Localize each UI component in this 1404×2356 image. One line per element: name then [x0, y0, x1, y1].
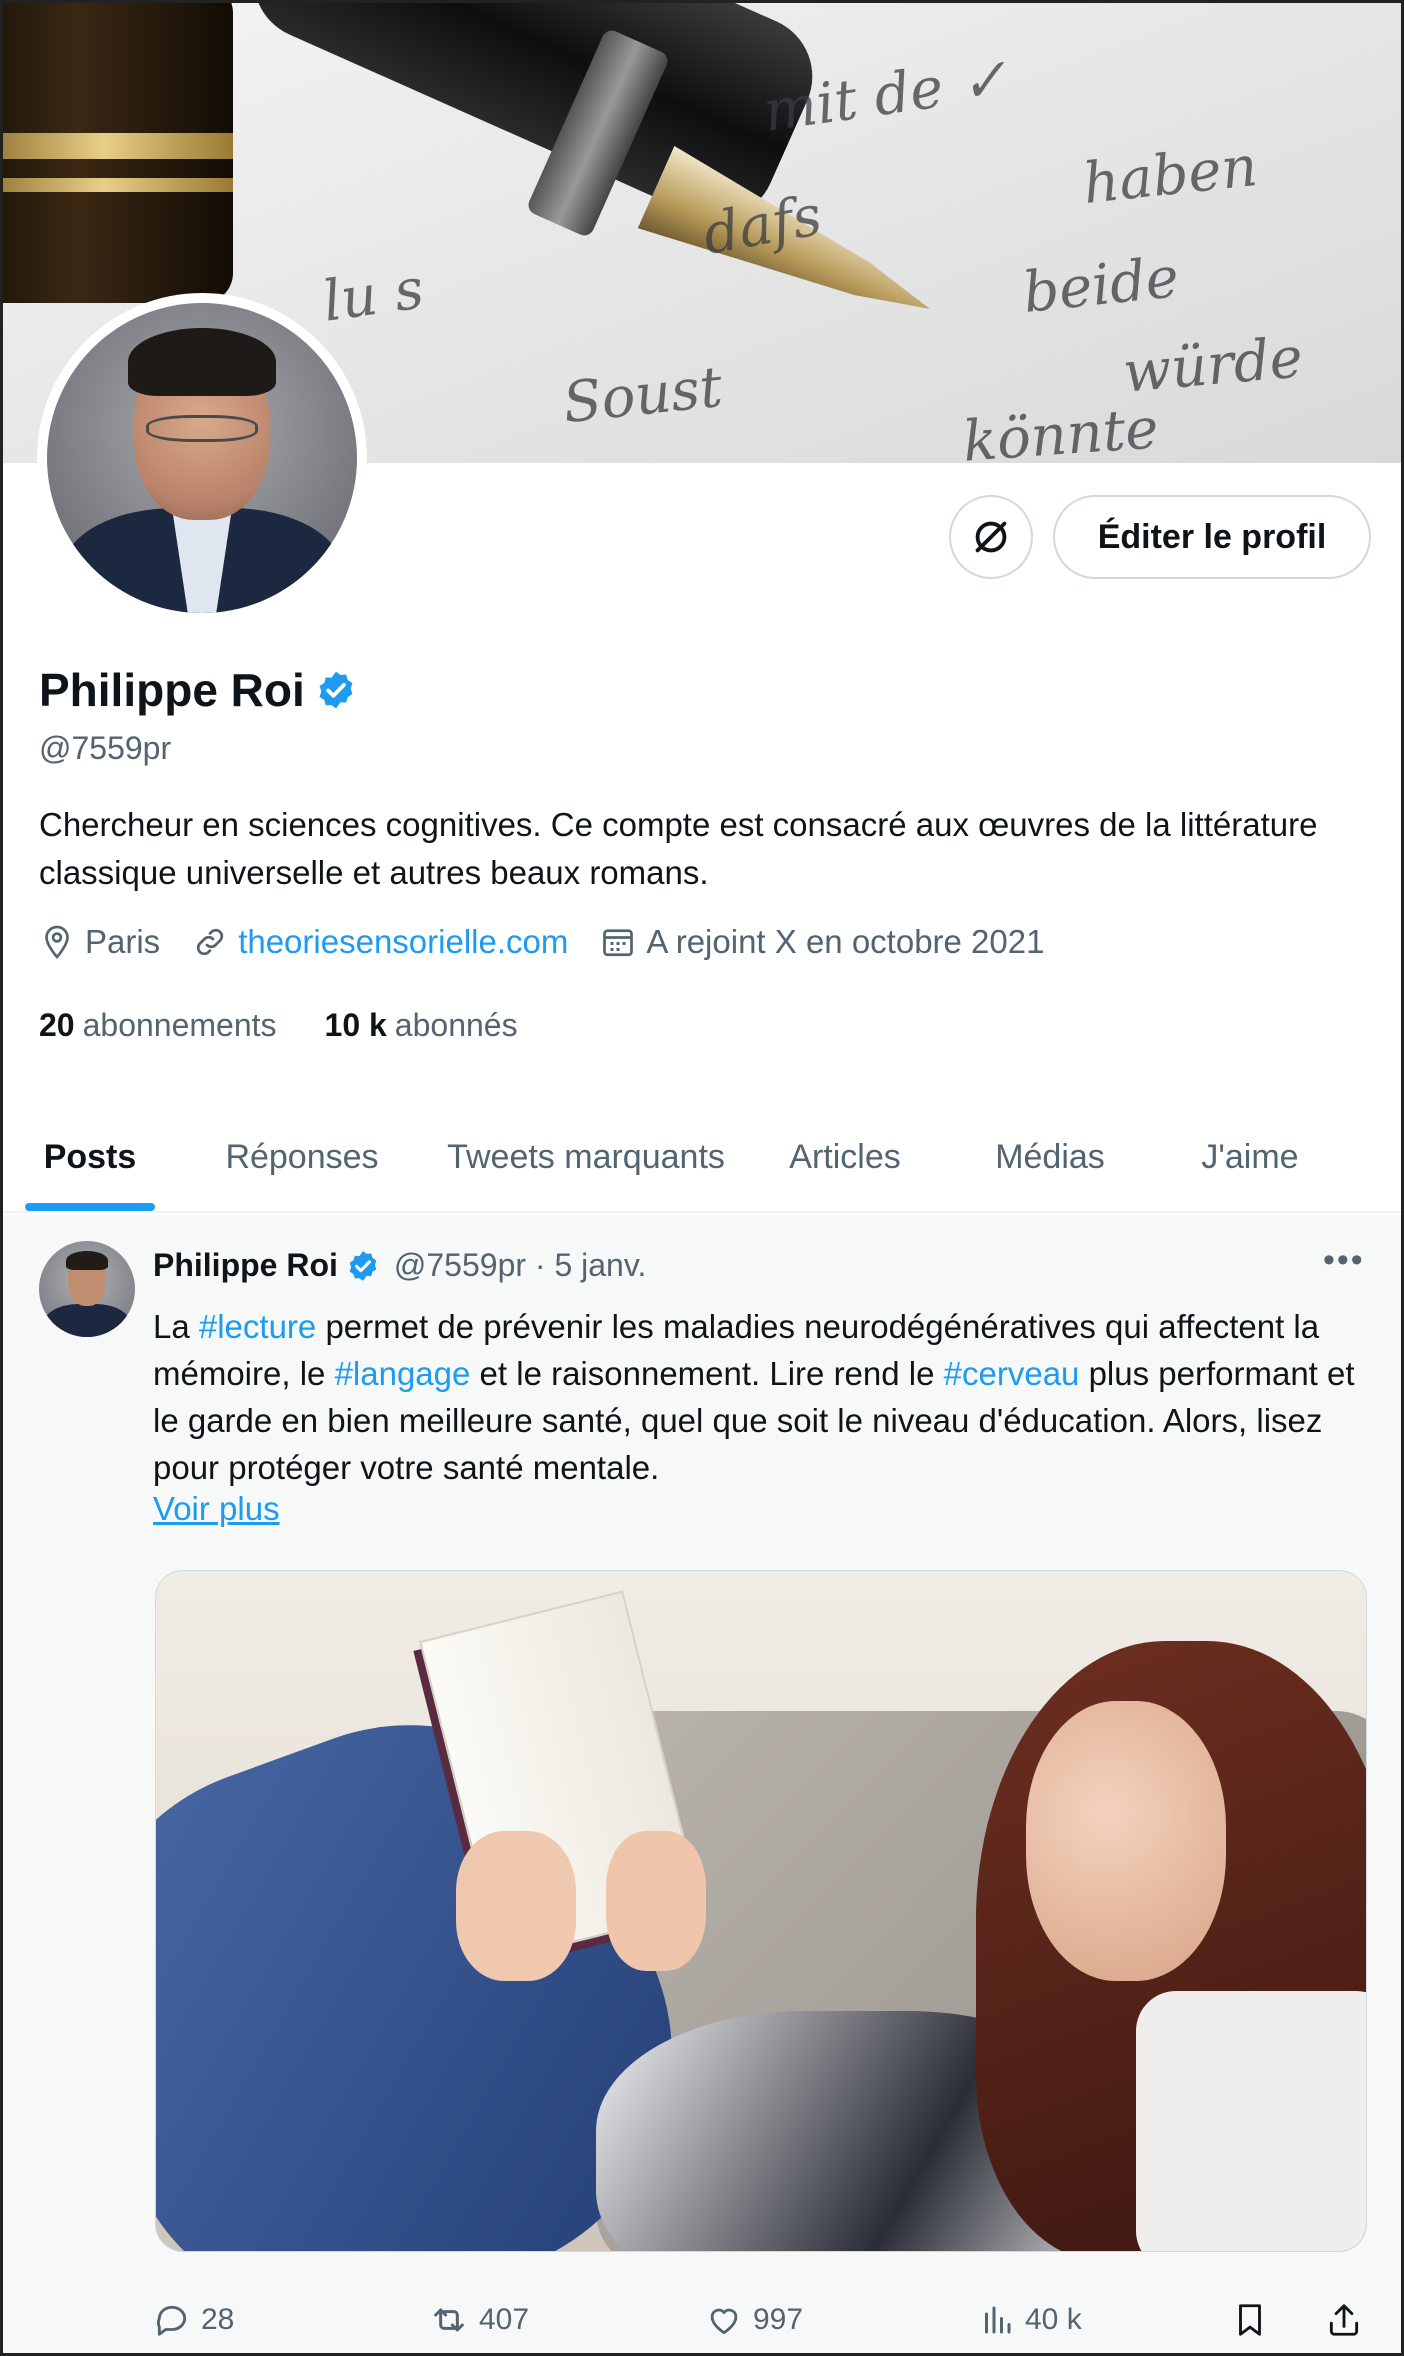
post-meta[interactable]: @7559pr · 5 janv.: [394, 1247, 646, 1284]
profile-name: Philippe Roi: [39, 664, 305, 716]
bookmark-icon: [1239, 2304, 1261, 2336]
link-icon: [197, 928, 224, 956]
post-image[interactable]: [155, 1570, 1367, 2252]
profile-handle: @7559pr: [39, 730, 172, 766]
calendar-icon: [603, 929, 634, 957]
post[interactable]: Philippe Roi @7559pr · 5 janv. ••• La #l…: [3, 1215, 1401, 2353]
hashtag-link[interactable]: #langage: [335, 1355, 471, 1392]
follow-stats: 20 abonnements 10 k abonnés: [39, 1007, 518, 1044]
joined-item: A rejoint X en octobre 2021: [600, 923, 1044, 961]
post-author-name[interactable]: Philippe Roi: [153, 1247, 338, 1284]
profile-tabs: Posts Réponses Tweets marquants Articles…: [3, 1103, 1401, 1213]
link-slash-icon: [975, 521, 1007, 553]
views-button[interactable]: 40 k: [979, 2302, 1082, 2338]
location-item: Paris: [39, 923, 160, 961]
disconnect-icon-button[interactable]: [949, 495, 1033, 579]
share-button[interactable]: [1325, 2301, 1363, 2339]
profile-meta: Paris theoriesensorielle.com A rejoint X…: [39, 923, 1076, 961]
tab-media[interactable]: Médias: [945, 1103, 1155, 1211]
tab-highlights[interactable]: Tweets marquants: [427, 1103, 745, 1211]
followers-link[interactable]: 10 k abonnés: [325, 1007, 518, 1044]
banner-pen-cap: [3, 3, 233, 303]
post-text: La #lecture permet de prévenir les malad…: [153, 1308, 1355, 1486]
joined-text: A rejoint X en octobre 2021: [646, 923, 1045, 960]
reply-button[interactable]: 28: [153, 2301, 234, 2339]
location-text: Paris: [85, 923, 161, 960]
share-icon: [1329, 2304, 1359, 2336]
post-header: Philippe Roi @7559pr · 5 janv.: [153, 1247, 646, 1284]
profile-bio: Chercheur en sciences cognitives. Ce com…: [39, 806, 1318, 891]
active-tab-indicator: [25, 1203, 155, 1211]
heart-icon: [710, 2308, 738, 2335]
following-link[interactable]: 20 abonnements: [39, 1007, 277, 1044]
edit-profile-button[interactable]: Éditer le profil: [1053, 495, 1371, 579]
location-pin-icon: [45, 925, 69, 960]
views-chart-icon: [985, 2306, 1011, 2334]
verified-badge-icon: [349, 1250, 377, 1281]
profile-avatar[interactable]: [37, 293, 367, 623]
hashtag-link[interactable]: #lecture: [199, 1308, 316, 1345]
repost-icon: [434, 2308, 464, 2332]
tab-articles[interactable]: Articles: [745, 1103, 945, 1211]
website-link[interactable]: theoriesensorielle.com: [238, 923, 568, 961]
tab-posts[interactable]: Posts: [3, 1103, 177, 1211]
profile-name-row: Philippe Roi: [39, 663, 357, 717]
repost-button[interactable]: 407: [429, 2300, 529, 2340]
post-author-avatar[interactable]: [39, 1241, 135, 1337]
hashtag-link[interactable]: #cerveau: [944, 1355, 1080, 1392]
reply-icon: [157, 2305, 187, 2336]
post-actions: 28 407 997 40 k: [153, 2295, 1373, 2345]
tab-likes[interactable]: J'aime: [1155, 1103, 1345, 1211]
website-item: theoriesensorielle.com: [192, 923, 568, 961]
profile-page: mit de ✓ haben dafs beide lu s würde Sou…: [0, 0, 1404, 2356]
verified-badge-icon: [319, 671, 353, 709]
show-more-link[interactable]: Voir plus: [153, 1490, 280, 1528]
tab-replies[interactable]: Réponses: [177, 1103, 427, 1211]
more-options-icon[interactable]: •••: [1323, 1241, 1365, 1280]
like-button[interactable]: 997: [705, 2301, 803, 2339]
bookmark-button[interactable]: [1231, 2301, 1269, 2339]
